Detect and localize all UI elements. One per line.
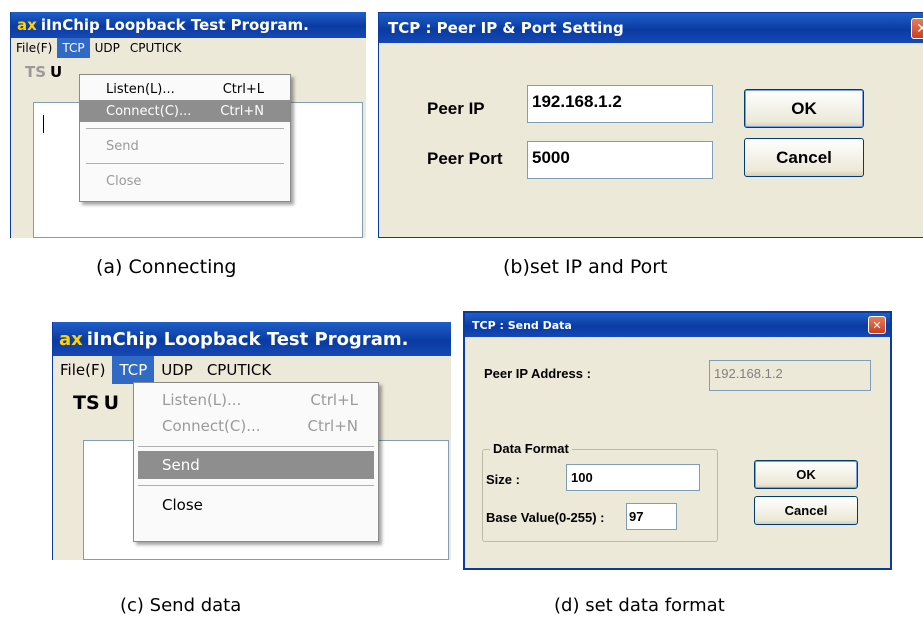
close-icon[interactable]: ✕ bbox=[911, 18, 923, 39]
dialog-title: TCP : Peer IP & Port Setting bbox=[388, 19, 624, 37]
panel-a-titlebar[interactable]: ax iInChip Loopback Test Program. bbox=[11, 12, 366, 38]
caption-a: (a) Connecting bbox=[96, 256, 237, 278]
menu-separator bbox=[86, 163, 284, 164]
window-title: iInChip Loopback Test Program. bbox=[86, 328, 409, 350]
peer-port-label: Peer Port bbox=[427, 149, 503, 168]
caption-b: (b)set IP and Port bbox=[503, 256, 668, 278]
panel-d-dialog: TCP : Send Data ✕ Peer IP Address : 192.… bbox=[463, 311, 892, 570]
panel-a-menubar: File(F) TCP UDP CPUTICK bbox=[11, 38, 366, 58]
menu-udp[interactable]: UDP bbox=[90, 38, 125, 58]
data-format-group-label: Data Format bbox=[490, 441, 572, 456]
tcp-dropdown-menu: Listen(L)... Ctrl+L Connect(C)... Ctrl+N… bbox=[79, 74, 291, 202]
menu-item-send[interactable]: Send bbox=[80, 135, 290, 157]
window-title: iInChip Loopback Test Program. bbox=[40, 16, 309, 34]
menu-item-close[interactable]: Close bbox=[134, 492, 378, 518]
u-toolbar-icon[interactable]: U bbox=[104, 392, 119, 414]
menu-separator bbox=[86, 128, 284, 129]
close-icon[interactable]: ✕ bbox=[868, 316, 886, 334]
menu-file[interactable]: File(F) bbox=[53, 356, 112, 384]
size-input[interactable]: 100 bbox=[566, 464, 700, 491]
panel-c-titlebar[interactable]: ax iInChip Loopback Test Program. bbox=[53, 322, 451, 356]
panel-c-window: ax iInChip Loopback Test Program. File(F… bbox=[52, 322, 451, 560]
base-value-input[interactable]: 97 bbox=[626, 503, 677, 530]
menu-separator bbox=[138, 446, 374, 447]
text-cursor bbox=[43, 115, 44, 133]
peer-port-input[interactable]: 5000 bbox=[527, 141, 713, 179]
ts-toolbar-icon[interactable]: TS bbox=[73, 392, 100, 414]
peer-ip-address-input[interactable]: 192.168.1.2 bbox=[709, 360, 871, 391]
menu-file[interactable]: File(F) bbox=[11, 38, 57, 58]
menu-cputick[interactable]: CPUTICK bbox=[125, 38, 187, 58]
u-toolbar-icon[interactable]: U bbox=[50, 63, 62, 81]
ts-toolbar-icon[interactable]: TS bbox=[25, 63, 46, 81]
caption-d: (d) set data format bbox=[554, 595, 725, 616]
peer-ip-label: Peer IP bbox=[427, 99, 485, 118]
menu-tcp[interactable]: TCP bbox=[112, 356, 155, 384]
peer-ip-input[interactable]: 192.168.1.2 bbox=[527, 85, 713, 123]
panel-b-dialog: TCP : Peer IP & Port Setting ✕ Peer IP 1… bbox=[378, 12, 923, 238]
panel-b-titlebar[interactable]: TCP : Peer IP & Port Setting ✕ bbox=[379, 13, 923, 43]
menu-tcp[interactable]: TCP bbox=[57, 38, 90, 58]
caption-c: (c) Send data bbox=[120, 595, 242, 616]
app-logo-icon: ax bbox=[17, 16, 37, 34]
panel-a-window: ax iInChip Loopback Test Program. File(F… bbox=[10, 12, 366, 238]
menu-separator bbox=[138, 485, 374, 486]
size-label: Size : bbox=[486, 472, 520, 487]
menu-item-listen[interactable]: Listen(L)... Ctrl+L bbox=[134, 387, 378, 413]
menu-item-close[interactable]: Close bbox=[80, 170, 290, 192]
menu-cputick[interactable]: CPUTICK bbox=[200, 356, 278, 384]
peer-ip-address-label: Peer IP Address : bbox=[484, 366, 591, 381]
menu-item-send[interactable]: Send bbox=[138, 451, 374, 479]
menu-item-connect[interactable]: Connect(C)... Ctrl+N bbox=[134, 413, 378, 439]
menu-item-connect[interactable]: Connect(C)... Ctrl+N bbox=[80, 100, 290, 122]
data-format-groupbox bbox=[482, 449, 718, 542]
dialog-title: TCP : Send Data bbox=[472, 318, 572, 332]
tcp-dropdown-menu: Listen(L)... Ctrl+L Connect(C)... Ctrl+N… bbox=[133, 382, 379, 542]
ok-button[interactable]: OK bbox=[754, 460, 858, 489]
base-value-label: Base Value(0-255) : bbox=[486, 510, 605, 525]
ok-button[interactable]: OK bbox=[744, 89, 864, 128]
menu-item-listen[interactable]: Listen(L)... Ctrl+L bbox=[80, 78, 290, 100]
app-logo-icon: ax bbox=[59, 328, 83, 350]
cancel-button[interactable]: Cancel bbox=[754, 496, 858, 525]
cancel-button[interactable]: Cancel bbox=[744, 138, 864, 177]
panel-d-titlebar[interactable]: TCP : Send Data ✕ bbox=[465, 313, 890, 337]
panel-c-menubar: File(F) TCP UDP CPUTICK bbox=[53, 356, 451, 384]
menu-udp[interactable]: UDP bbox=[154, 356, 200, 384]
